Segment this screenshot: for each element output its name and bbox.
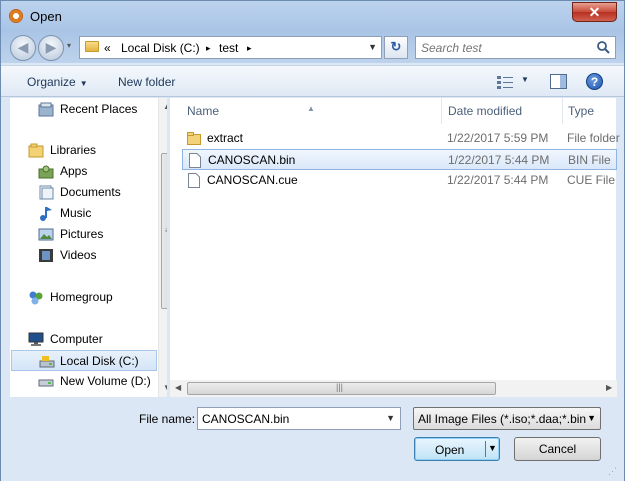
documents-icon — [39, 185, 54, 200]
scroll-down-arrow[interactable]: ▼ — [163, 383, 167, 392]
title-bar: Open ✕ — [1, 1, 624, 31]
dialog-footer: File name: ▼ All Image Files (*.iso;*.da… — [1, 399, 624, 481]
split-divider — [485, 441, 486, 457]
libraries-icon — [28, 143, 44, 158]
grip-icon: ≡ — [165, 226, 167, 235]
views-icon[interactable] — [497, 75, 513, 89]
search-box[interactable] — [415, 36, 616, 59]
sidebar-scrollbar[interactable]: ▲ ≡ ▼ — [158, 98, 167, 397]
column-header-name[interactable]: ▲ Name — [170, 98, 442, 124]
drive-icon — [39, 356, 55, 368]
chevron-right-icon[interactable]: ▸ — [247, 43, 252, 54]
cancel-button[interactable]: Cancel — [514, 437, 601, 461]
open-button-label: Open — [435, 443, 465, 457]
breadcrumb-test[interactable]: test — [219, 41, 238, 55]
recent-places-icon — [38, 102, 54, 117]
address-bar[interactable]: « Local Disk (C:) ▸ test ▸ ▼ — [79, 36, 382, 59]
file-icon — [188, 173, 200, 188]
navigation-bar: ◀ ▶ ▾ « Local Disk (C:) ▸ test ▸ ▼ ↻ — [1, 33, 624, 63]
sidebar-item-pictures[interactable]: Pictures — [38, 224, 156, 245]
organize-button[interactable]: Organize ▼ — [27, 75, 88, 89]
back-button[interactable]: ◀ — [10, 35, 36, 61]
file-date: 1/22/2017 5:44 PM — [447, 173, 549, 187]
refresh-button[interactable]: ↻ — [384, 36, 408, 59]
filename-label: File name: — [139, 412, 196, 426]
scroll-thumb[interactable]: ≡ — [161, 153, 167, 309]
open-button[interactable]: Open ▼ — [414, 437, 500, 461]
scroll-up-arrow[interactable]: ▲ — [163, 102, 167, 111]
search-input[interactable] — [421, 40, 591, 55]
filename-input[interactable] — [202, 411, 377, 426]
search-icon[interactable] — [596, 40, 610, 54]
scroll-left-arrow[interactable]: ◀ — [175, 383, 181, 392]
computer-icon — [28, 332, 44, 346]
open-dialog: Open ✕ ◀ ▶ ▾ « Local Disk (C:) ▸ test ▸ … — [0, 0, 625, 481]
column-header-type[interactable]: Type — [563, 98, 617, 124]
sidebar-item-apps[interactable]: Apps — [38, 161, 156, 182]
file-date: 1/22/2017 5:59 PM — [447, 131, 549, 145]
sidebar-item-computer[interactable]: Computer — [28, 329, 156, 350]
horizontal-scrollbar[interactable]: ◀ ||| ▶ — [170, 380, 617, 397]
apps-icon — [38, 165, 54, 179]
breadcrumb-local-disk[interactable]: Local Disk (C:) — [121, 41, 200, 55]
chevron-right-icon[interactable]: ▸ — [206, 43, 211, 54]
close-button[interactable]: ✕ — [572, 2, 617, 22]
file-icon — [189, 153, 201, 168]
videos-icon — [39, 249, 53, 262]
file-type: CUE File — [567, 173, 616, 187]
new-folder-button[interactable]: New folder — [118, 75, 175, 89]
chevron-down-icon: ▼ — [79, 79, 88, 88]
folder-icon — [85, 41, 99, 52]
recent-locations-dropdown[interactable]: ▾ — [67, 41, 71, 50]
file-type: File folder — [567, 131, 620, 145]
window-title: Open — [30, 9, 62, 24]
folder-icon — [187, 132, 201, 145]
address-prefix[interactable]: « — [104, 41, 111, 55]
column-header-date[interactable]: Date modified — [442, 98, 563, 124]
file-row-canoscan-bin[interactable]: CANOSCAN.bin 1/22/2017 5:44 PM BIN File — [182, 149, 617, 170]
file-name: CANOSCAN.cue — [207, 173, 298, 187]
file-type-filter[interactable]: All Image Files (*.iso;*.daa;*.bin ▼ — [413, 407, 601, 430]
sidebar-item-videos[interactable]: Videos — [38, 245, 156, 266]
app-icon — [9, 9, 23, 23]
file-name: CANOSCAN.bin — [208, 153, 296, 167]
file-type-filter-value: All Image Files (*.iso;*.daa;*.bin — [418, 412, 587, 426]
filename-combobox[interactable]: ▼ — [197, 407, 401, 430]
address-dropdown-arrow[interactable]: ▼ — [368, 42, 377, 52]
chevron-down-icon[interactable]: ▼ — [386, 413, 395, 423]
file-row-extract[interactable]: extract 1/22/2017 5:59 PM File folder — [182, 128, 620, 149]
pictures-icon — [38, 228, 54, 241]
sort-ascending-icon: ▲ — [307, 104, 315, 113]
file-name: extract — [207, 131, 244, 145]
forward-button[interactable]: ▶ — [38, 35, 64, 61]
sidebar-item-libraries[interactable]: Libraries — [28, 140, 156, 161]
chevron-down-icon: ▼ — [587, 413, 596, 423]
open-options-dropdown[interactable]: ▼ — [488, 443, 497, 453]
file-date: 1/22/2017 5:44 PM — [448, 153, 550, 167]
organize-label: Organize — [27, 75, 76, 89]
sidebar-item-new-volume[interactable]: New Volume (D:) — [38, 371, 156, 392]
file-type: BIN File — [568, 153, 611, 167]
help-icon[interactable]: ? — [586, 73, 603, 90]
scroll-thumb[interactable]: ||| — [187, 382, 496, 395]
grip-icon: ||| — [336, 382, 344, 392]
file-list: ▲ Name Date modified Type extract 1/22/2… — [169, 98, 620, 397]
navigation-pane: Recent Places Libraries Apps Documents M… — [10, 98, 167, 397]
sidebar-item-homegroup[interactable]: Homegroup — [28, 287, 156, 308]
sidebar-item-documents[interactable]: Documents — [38, 182, 156, 203]
sidebar-item-music[interactable]: Music — [38, 203, 156, 224]
views-dropdown[interactable]: ▼ — [521, 75, 529, 84]
homegroup-icon — [29, 291, 43, 305]
sidebar-item-local-disk[interactable]: Local Disk (C:) — [11, 350, 157, 371]
music-icon — [40, 207, 52, 221]
preview-pane-icon[interactable] — [550, 74, 567, 89]
file-row-canoscan-cue[interactable]: CANOSCAN.cue 1/22/2017 5:44 PM CUE File — [182, 170, 617, 191]
scroll-right-arrow[interactable]: ▶ — [606, 383, 612, 392]
command-bar: Organize ▼ New folder ▼ ? — [1, 65, 624, 97]
sidebar-item-recent-places[interactable]: Recent Places — [38, 99, 156, 120]
drive-icon — [38, 379, 54, 387]
resize-grip-icon[interactable]: ⋰ — [608, 466, 617, 477]
